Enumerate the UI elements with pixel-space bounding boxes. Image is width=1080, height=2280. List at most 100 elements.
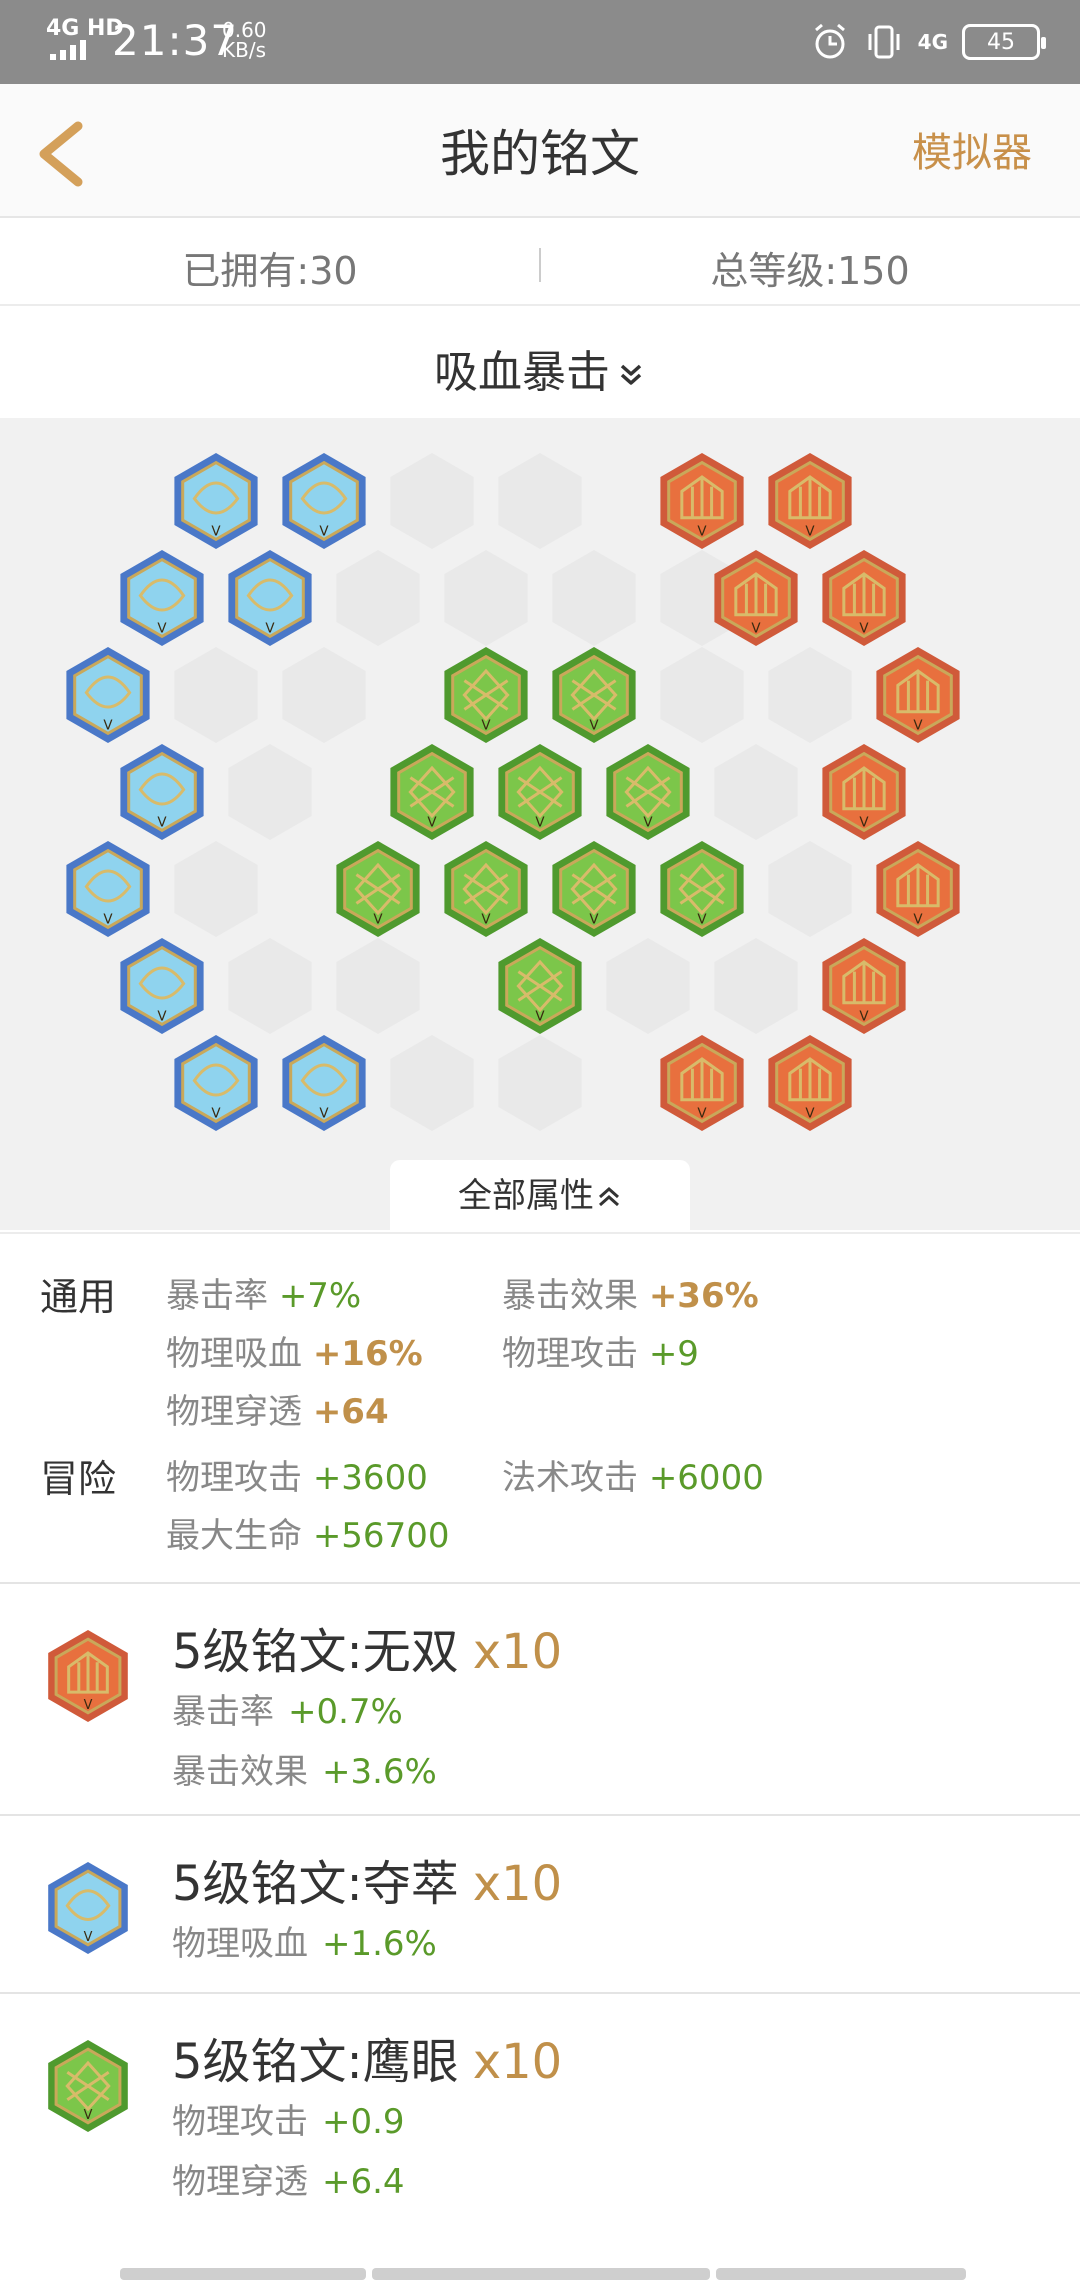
rune-slot-blue[interactable]: V xyxy=(282,1035,366,1131)
rune-slot-red[interactable]: V xyxy=(822,550,906,646)
rune-slot-green[interactable]: V xyxy=(444,647,528,743)
attr-value: +64 xyxy=(312,1392,389,1432)
svg-text:V: V xyxy=(211,1107,221,1122)
rune-slot-red[interactable]: V xyxy=(768,1035,852,1131)
empty-rune-slot[interactable] xyxy=(390,1035,474,1131)
rune-slot-blue[interactable]: V xyxy=(120,550,204,646)
tab-indicator[interactable] xyxy=(120,2268,366,2280)
rune-title-row: 5级铭文:无双 x10 xyxy=(172,1612,562,1682)
rune-stat: 物理攻击 +0.9 xyxy=(172,2094,405,2143)
attr-value: +6000 xyxy=(648,1458,764,1498)
chevron-up-icon xyxy=(599,1186,619,1206)
svg-text:V: V xyxy=(535,816,545,831)
attr-adventure-1: 法术攻击 +6000 xyxy=(502,1450,764,1499)
empty-rune-slot[interactable] xyxy=(174,841,258,937)
svg-text:V: V xyxy=(427,816,437,831)
rune-slot-red[interactable]: V xyxy=(822,938,906,1034)
battery-level: 45 xyxy=(987,29,1015,55)
speed-value: 0.60 xyxy=(222,18,267,42)
attr-general-1: 暴击效果 +36% xyxy=(502,1268,759,1317)
network-4g-label: 4G xyxy=(917,30,948,54)
rune-wushuang-icon: V xyxy=(48,1630,128,1722)
empty-rune-slot[interactable] xyxy=(552,550,636,646)
rune-slot-green[interactable]: V xyxy=(660,841,744,937)
empty-rune-slot[interactable] xyxy=(660,647,744,743)
rune-stat-value: +6.4 xyxy=(322,2162,405,2202)
empty-rune-slot[interactable] xyxy=(174,647,258,743)
all-attributes-toggle[interactable]: 全部属性 xyxy=(390,1160,690,1232)
empty-rune-slot[interactable] xyxy=(498,1035,582,1131)
rune-slot-green[interactable]: V xyxy=(336,841,420,937)
attr-name: 法术攻击 xyxy=(502,1458,638,1498)
rune-slot-red[interactable]: V xyxy=(822,744,906,840)
rune-count: x10 xyxy=(472,1624,563,1680)
rune-slot-blue[interactable]: V xyxy=(120,744,204,840)
empty-rune-slot[interactable] xyxy=(282,647,366,743)
rune-list-item[interactable]: V 5级铭文:无双 x10 暴击率 +0.7% 暴击效果 +3.6% xyxy=(0,1584,1080,1816)
empty-rune-slot[interactable] xyxy=(768,841,852,937)
rune-list-item[interactable]: V 5级铭文:夺萃 x10 物理吸血 +1.6% xyxy=(0,1816,1080,1994)
tab-indicator[interactable] xyxy=(372,2268,710,2280)
bottom-tab-strip xyxy=(0,2268,1080,2280)
svg-text:V: V xyxy=(84,1698,93,1713)
attr-name: 物理攻击 xyxy=(502,1334,638,1374)
simulator-button[interactable]: 模拟器 xyxy=(912,120,1032,178)
summary-bar: 已拥有:30 总等级:150 xyxy=(0,218,1080,306)
attr-name: 物理吸血 xyxy=(166,1334,302,1374)
rune-list-item[interactable]: V 5级铭文:鹰眼 x10 物理攻击 +0.9 物理穿透 +6.4 xyxy=(0,1994,1080,2226)
svg-text:V: V xyxy=(84,1930,93,1945)
rune-slot-blue[interactable]: V xyxy=(174,1035,258,1131)
empty-rune-slot[interactable] xyxy=(228,744,312,840)
rune-stat-value: +0.7% xyxy=(288,1692,403,1732)
svg-text:V: V xyxy=(697,1107,707,1122)
rune-slot-green[interactable]: V xyxy=(390,744,474,840)
tab-indicator[interactable] xyxy=(716,2268,966,2280)
empty-rune-slot[interactable] xyxy=(444,550,528,646)
svg-text:V: V xyxy=(157,1010,167,1025)
rune-stat-value: +0.9 xyxy=(322,2102,405,2142)
total-level: 总等级:150 xyxy=(710,249,910,293)
rune-slot-blue[interactable]: V xyxy=(282,453,366,549)
rune-stat-value: +3.6% xyxy=(322,1752,437,1792)
rune-slot-blue[interactable]: V xyxy=(66,841,150,937)
empty-rune-slot[interactable] xyxy=(390,453,474,549)
empty-rune-slot[interactable] xyxy=(228,938,312,1034)
rune-slot-green[interactable]: V xyxy=(498,744,582,840)
svg-text:V: V xyxy=(805,525,815,540)
rune-slot-blue[interactable]: V xyxy=(120,938,204,1034)
svg-text:V: V xyxy=(589,913,599,928)
rune-icon-shape: V xyxy=(48,2040,128,2132)
status-icons: 4G 45 xyxy=(810,20,1046,64)
rune-slot-blue[interactable]: V xyxy=(66,647,150,743)
empty-rune-slot[interactable] xyxy=(498,453,582,549)
rune-stat-name: 物理攻击 xyxy=(172,2102,308,2142)
rune-slot-blue[interactable]: V xyxy=(228,550,312,646)
rune-slot-red[interactable]: V xyxy=(876,647,960,743)
rune-slot-green[interactable]: V xyxy=(552,647,636,743)
attr-adventure-0: 物理攻击 +3600 xyxy=(166,1450,428,1499)
empty-rune-slot[interactable] xyxy=(336,938,420,1034)
rune-slot-green[interactable]: V xyxy=(606,744,690,840)
rune-slot-blue[interactable]: V xyxy=(174,453,258,549)
empty-rune-slot[interactable] xyxy=(714,938,798,1034)
all-attributes-label: 全部属性 xyxy=(458,1176,594,1216)
empty-rune-slot[interactable] xyxy=(714,744,798,840)
attr-name: 物理攻击 xyxy=(166,1458,302,1498)
rune-slot-red[interactable]: V xyxy=(768,453,852,549)
rune-title: 5级铭文:鹰眼 xyxy=(172,2034,459,2090)
svg-text:V: V xyxy=(319,1107,329,1122)
attr-general-3: 物理攻击 +9 xyxy=(502,1326,699,1375)
rune-slot-red[interactable]: V xyxy=(660,1035,744,1131)
empty-rune-slot[interactable] xyxy=(336,550,420,646)
empty-rune-slot[interactable] xyxy=(768,647,852,743)
rune-page-name-row[interactable]: 吸血暴击 xyxy=(0,336,1080,400)
rune-slot-green[interactable]: V xyxy=(498,938,582,1034)
rune-slot-green[interactable]: V xyxy=(552,841,636,937)
empty-rune-slot[interactable] xyxy=(606,938,690,1034)
rune-slot-red[interactable]: V xyxy=(660,453,744,549)
rune-slot-red[interactable]: V xyxy=(876,841,960,937)
rune-slot-green[interactable]: V xyxy=(444,841,528,937)
attributes-panel: 通用 暴击率 +7% 暴击效果 +36% 物理吸血 +16% 物理攻击 +9 物… xyxy=(0,1232,1080,1584)
network-speed: 0.60 KB/s xyxy=(222,20,267,60)
rune-page-selector[interactable]: 吸血暴击 xyxy=(0,306,1080,418)
